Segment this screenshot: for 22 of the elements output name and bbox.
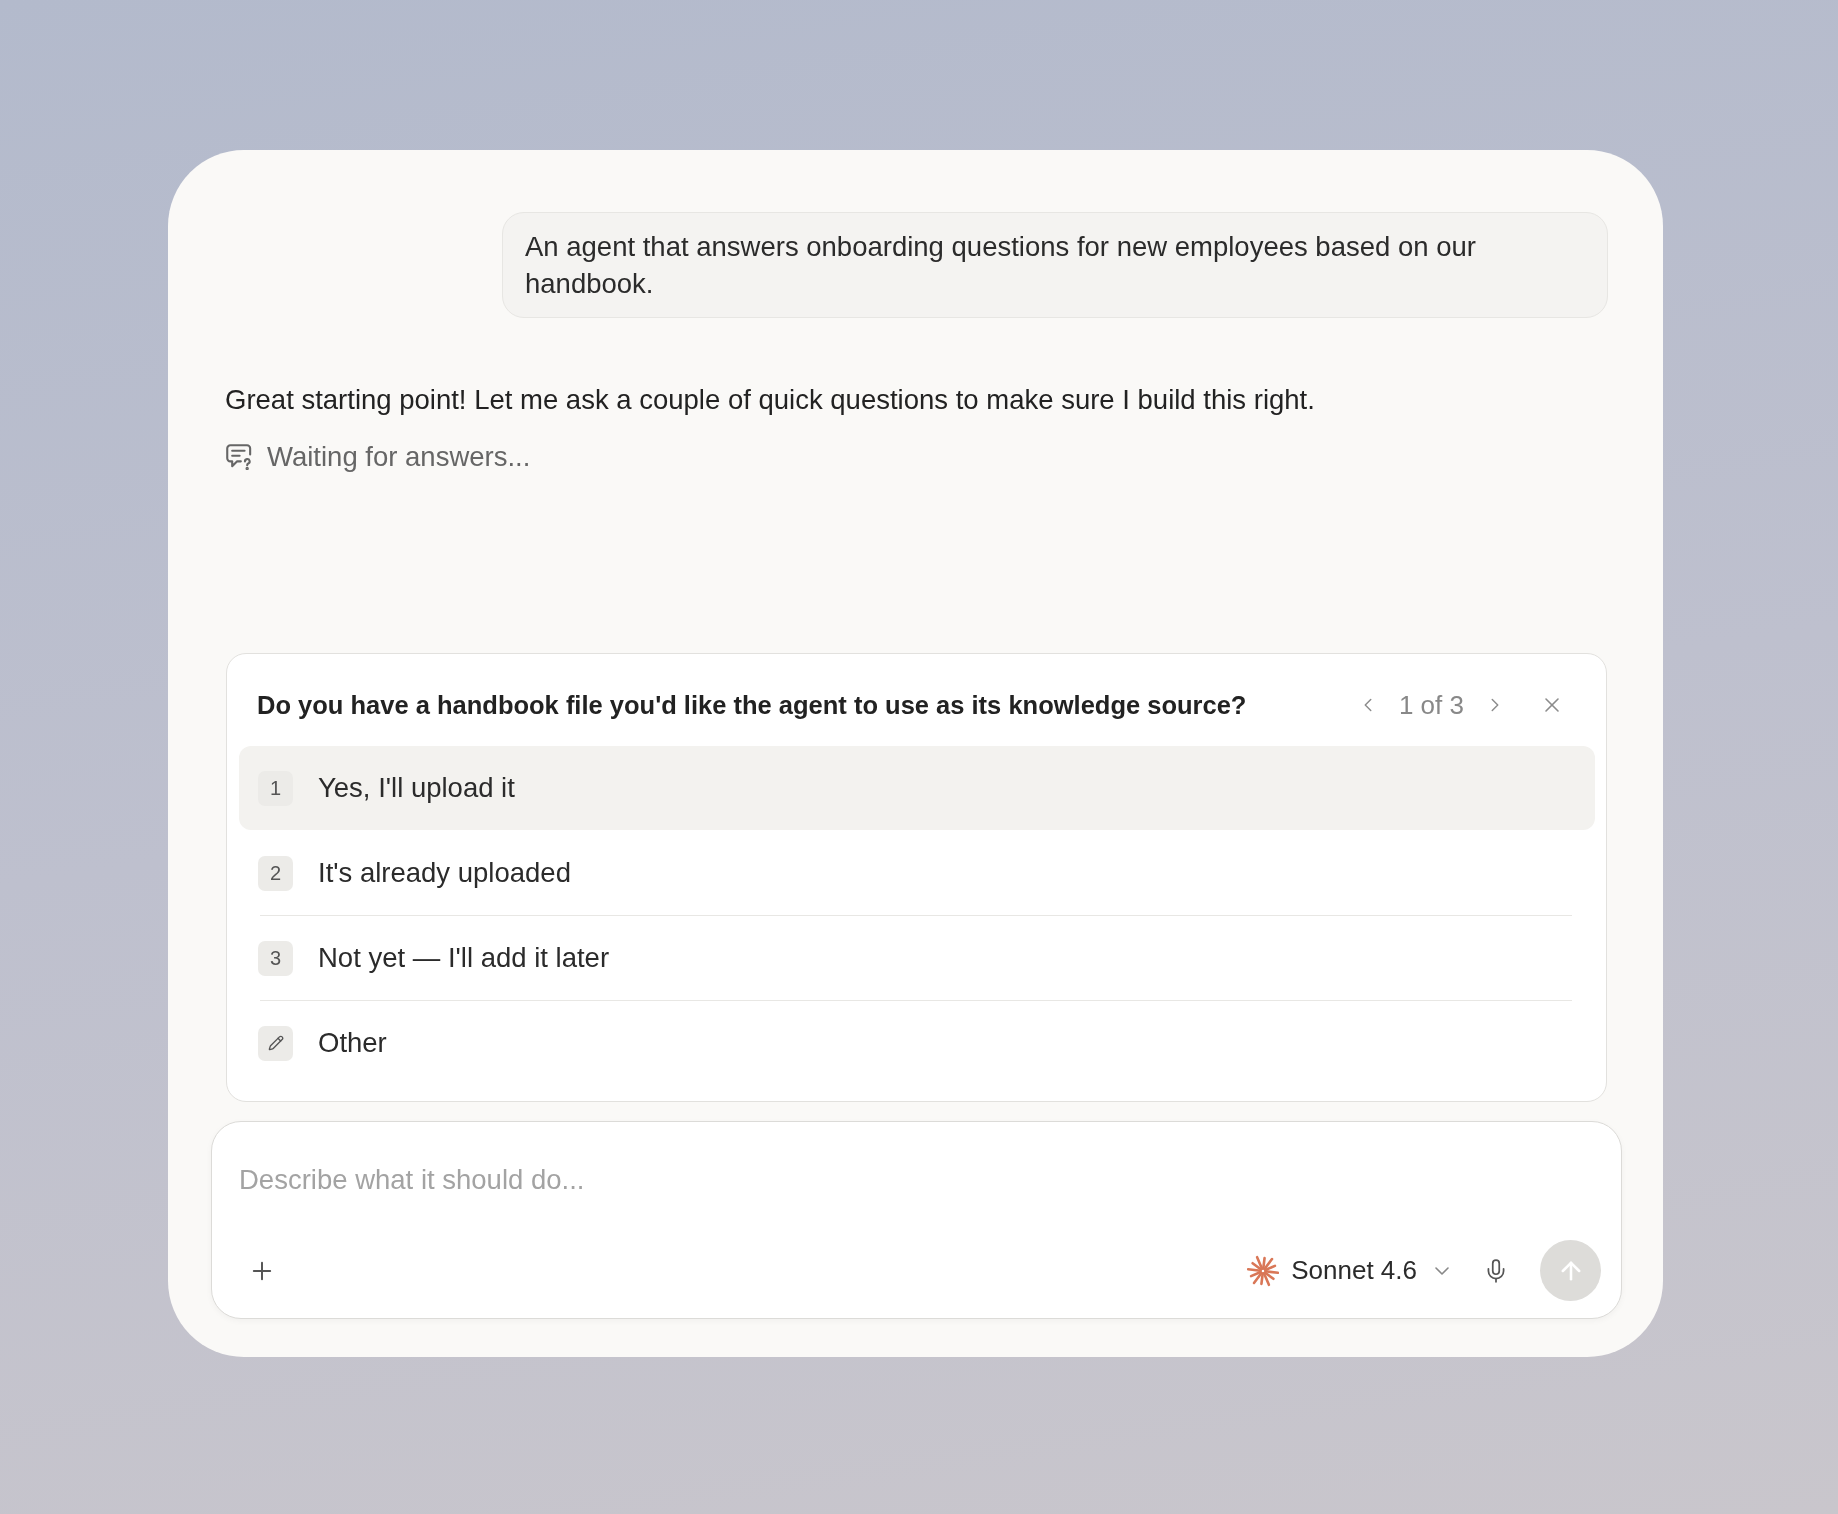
option-label: It's already uploaded: [318, 856, 571, 890]
chevron-down-icon: [1435, 1266, 1449, 1275]
option-label: Not yet — I'll add it later: [318, 941, 610, 975]
option-label: Other: [318, 1026, 387, 1060]
user-message-bubble: An agent that answers onboarding questions for new employees based on our handbook.: [502, 212, 1608, 318]
sunburst-icon: [1247, 1254, 1280, 1287]
message-input[interactable]: Describe what it should do...: [239, 1162, 1601, 1198]
question-counter: 1 of 3: [1398, 688, 1464, 721]
status-text: Waiting for answers...: [267, 440, 531, 474]
assistant-message: Great starting point! Let me ask a couple of quick questions to make sure I build this right.: [225, 383, 1316, 417]
answer-option[interactable]: 3 Not yet — I'll add it later: [239, 916, 1595, 1000]
option-number: 2: [258, 855, 293, 891]
option-number: 3: [258, 940, 293, 976]
pencil-icon: [258, 1025, 293, 1061]
question-text: Do you have a handbook file you'd like the agent to use as its knowledge source?: [257, 689, 1248, 721]
option-number: 1: [258, 770, 293, 806]
option-label: Yes, I'll upload it: [318, 771, 515, 805]
model-selector[interactable]: Sonnet 4.6: [1247, 1254, 1449, 1287]
answer-option[interactable]: 1 Yes, I'll upload it: [239, 746, 1595, 830]
chat-question-icon: [226, 444, 252, 470]
answer-option[interactable]: Other: [239, 1001, 1595, 1085]
answer-option[interactable]: 2 It's already uploaded: [239, 831, 1595, 915]
